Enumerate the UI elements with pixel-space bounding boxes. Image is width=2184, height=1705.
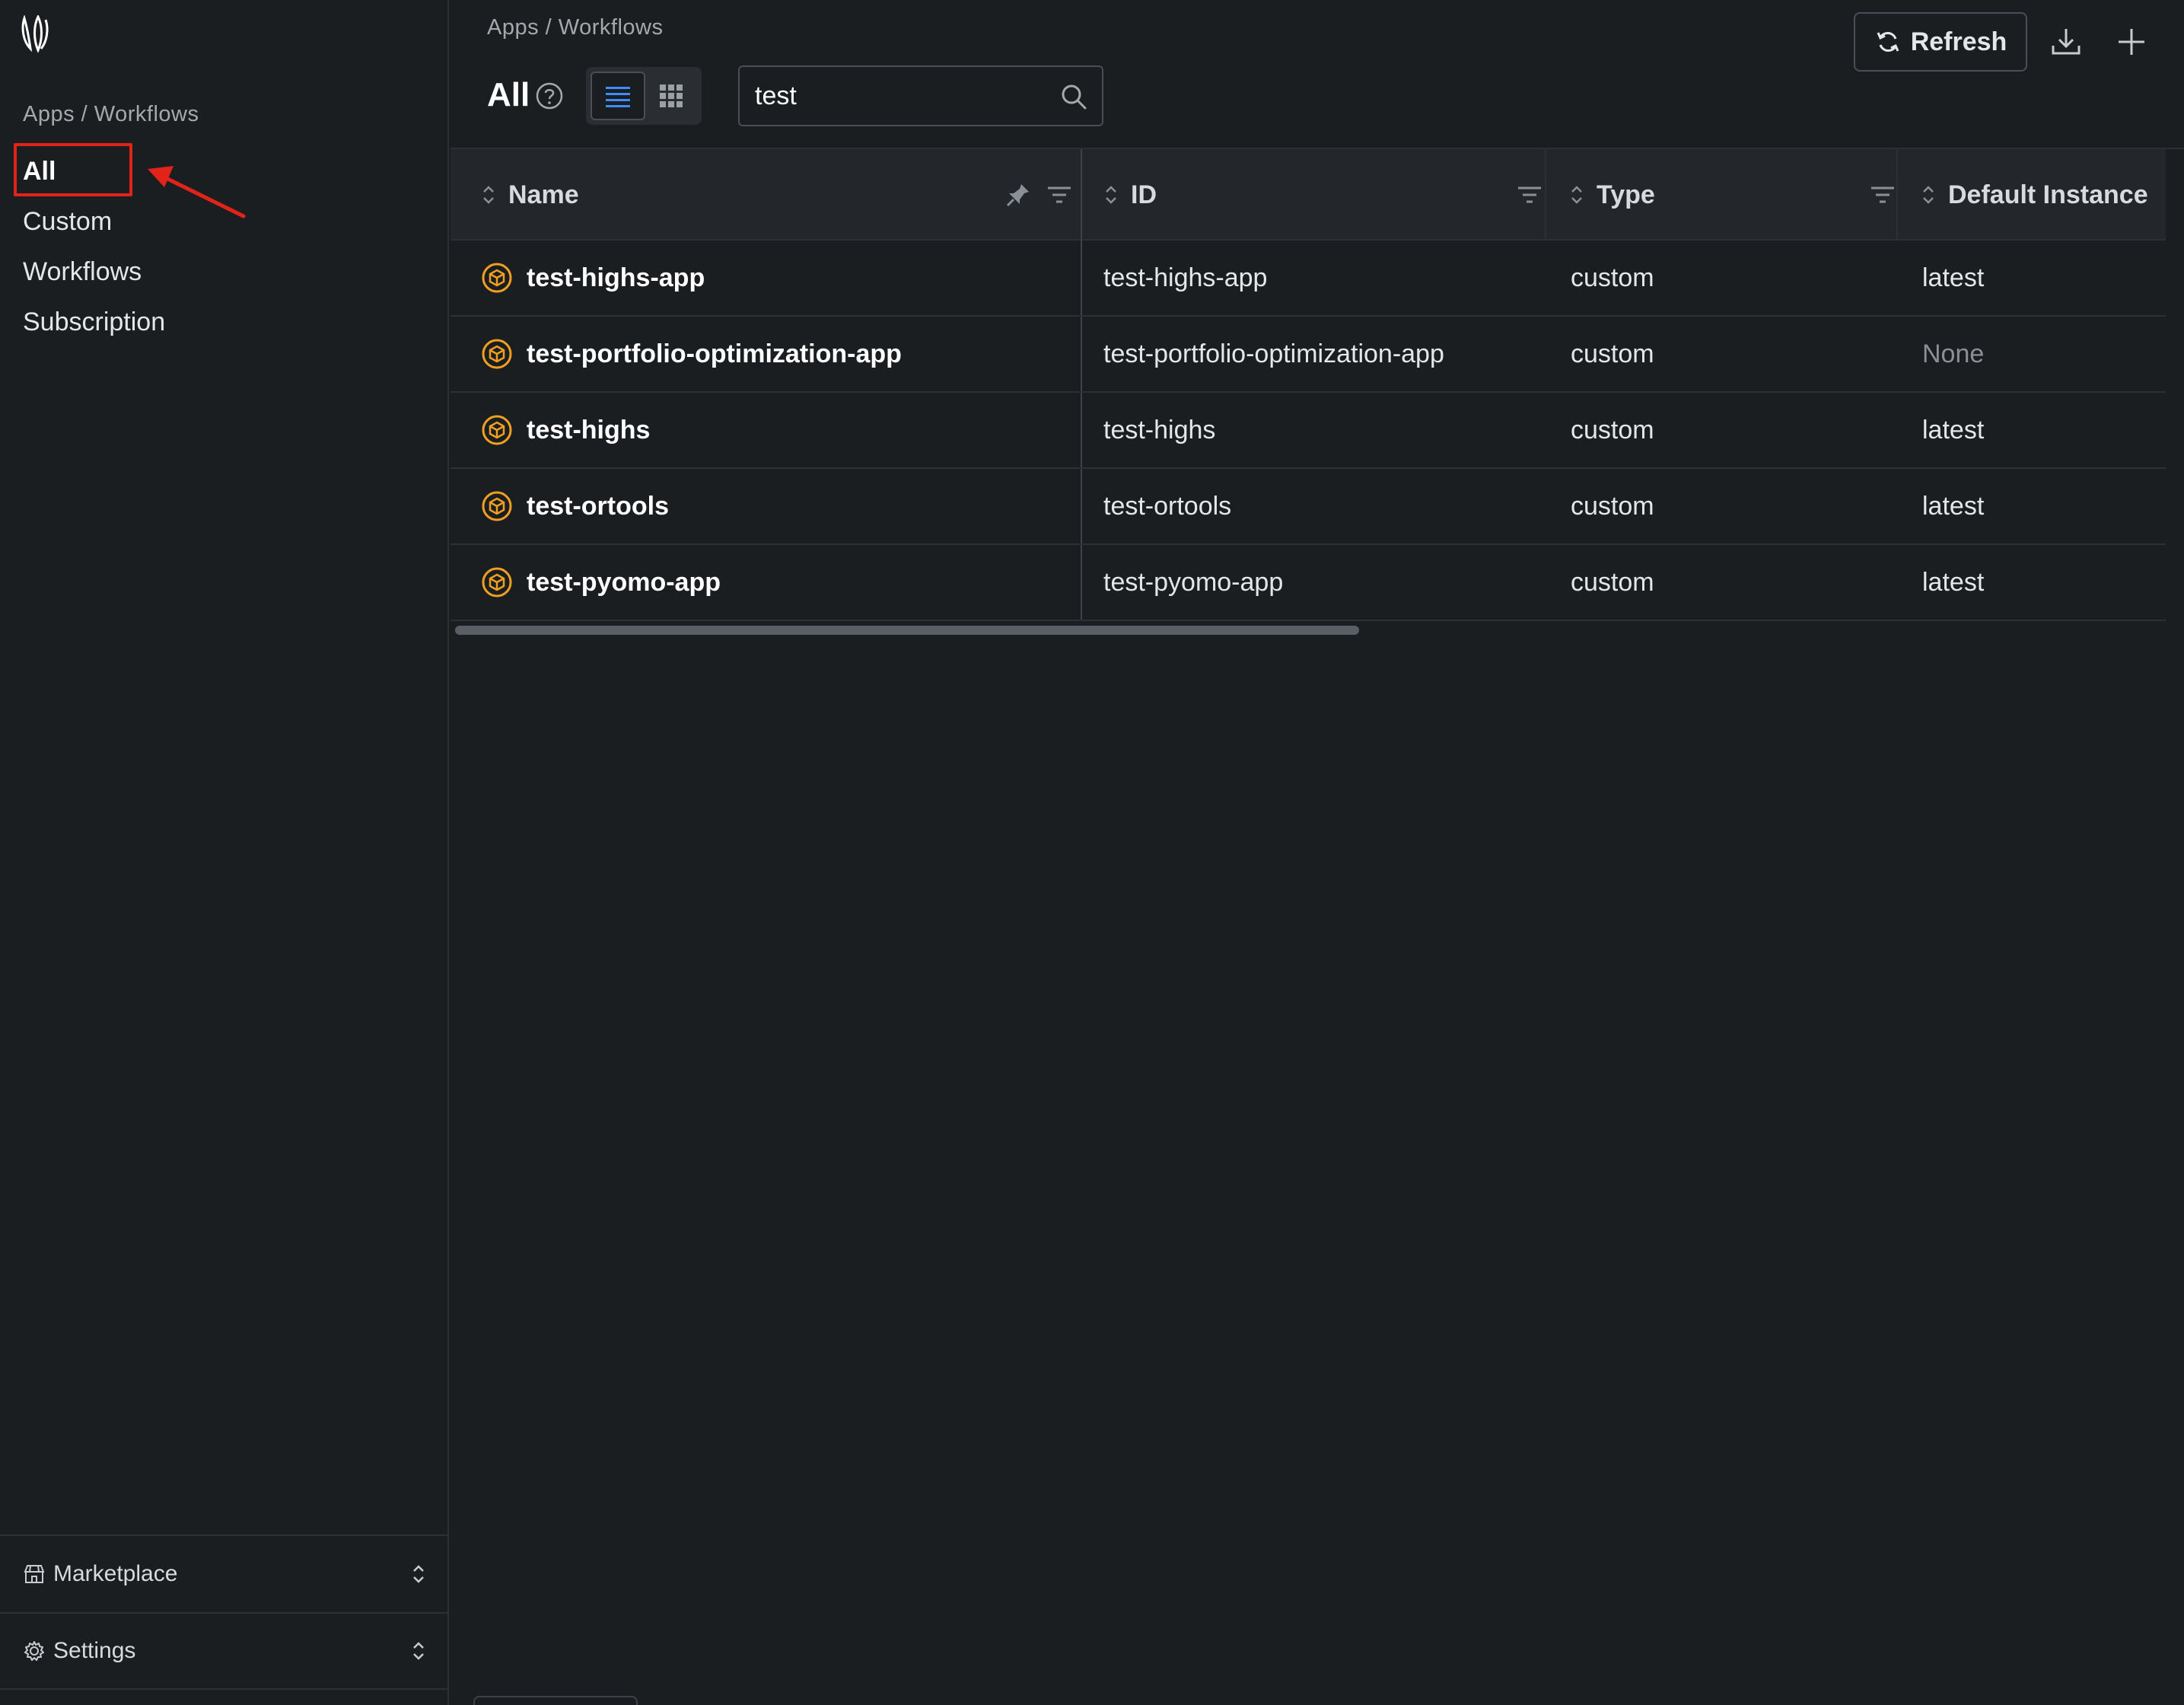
- app-name: test-pyomo-app: [527, 567, 721, 597]
- sidebar: Apps / Workflows All Custom Workflows Su…: [0, 0, 449, 1705]
- column-label-id: ID: [1131, 180, 1157, 209]
- type-cell: custom: [1571, 567, 1654, 597]
- sort-icon[interactable]: [1569, 183, 1584, 207]
- main-content: Apps / Workflows All test Refresh Name I…: [450, 0, 2184, 1705]
- horizontal-scrollbar[interactable]: [455, 626, 1359, 635]
- help-icon[interactable]: [534, 81, 565, 111]
- default-instance-cell: None: [1922, 339, 1985, 368]
- sidebar-item-workflows[interactable]: Workflows: [23, 253, 165, 303]
- download-icon[interactable]: [2049, 24, 2084, 59]
- settings-label: Settings: [53, 1638, 136, 1663]
- table-row[interactable]: test-highs test-highs custom latest: [450, 393, 2166, 469]
- column-label-default-instance: Default Instance: [1948, 180, 2148, 209]
- storefront-icon: [24, 1565, 45, 1583]
- search-icon[interactable]: [1059, 82, 1088, 111]
- column-divider[interactable]: [1545, 149, 1546, 241]
- filter-icon[interactable]: [1869, 181, 1896, 209]
- column-divider[interactable]: [1081, 149, 1082, 241]
- sort-icon[interactable]: [1921, 183, 1936, 207]
- pin-icon[interactable]: [1004, 181, 1032, 209]
- column-label-type: Type: [1597, 180, 1655, 209]
- app-cube-icon: [482, 491, 512, 521]
- name-cell[interactable]: test-ortools: [481, 469, 669, 543]
- app-name: test-portfolio-optimization-app: [527, 339, 902, 368]
- id-cell: test-highs: [1103, 415, 1216, 445]
- column-divider[interactable]: [1896, 149, 1898, 241]
- refresh-label: Refresh: [1910, 27, 2007, 56]
- view-mode-toggle: [586, 67, 702, 125]
- column-header-id[interactable]: ID: [1103, 149, 1566, 241]
- chevron-updown-icon: [413, 1642, 424, 1660]
- annotation-arrow-icon: [148, 166, 246, 218]
- search-input[interactable]: [755, 67, 1059, 125]
- sort-icon[interactable]: [481, 183, 496, 207]
- id-cell: test-ortools: [1103, 491, 1232, 521]
- filter-icon[interactable]: [1046, 181, 1073, 209]
- sidebar-marketplace[interactable]: Marketplace: [0, 1534, 449, 1612]
- app-name: test-highs: [527, 415, 651, 445]
- app-root: Apps / Workflows All Custom Workflows Su…: [0, 0, 2184, 1705]
- app-cube-icon: [482, 339, 512, 369]
- grid-view-icon: [660, 84, 683, 107]
- name-cell[interactable]: test-pyomo-app: [481, 545, 721, 620]
- chevron-updown-icon: [413, 1565, 424, 1583]
- name-cell[interactable]: test-highs-app: [481, 241, 705, 315]
- id-cell: test-pyomo-app: [1103, 567, 1284, 597]
- app-cube-icon: [482, 263, 512, 293]
- apps-table: Name ID Type Default Instance test-highs…: [450, 149, 2166, 621]
- table-row[interactable]: test-ortools test-ortools custom latest: [450, 469, 2166, 545]
- default-instance-cell: latest: [1922, 567, 1985, 597]
- app-cube-icon: [482, 567, 512, 598]
- grid-view-button[interactable]: [644, 72, 699, 120]
- type-cell: custom: [1571, 263, 1654, 292]
- annotation-highlight-box: [14, 143, 132, 196]
- bottom-panel-tab[interactable]: [473, 1696, 638, 1705]
- column-header-default-instance[interactable]: Default Instance: [1921, 149, 2166, 241]
- breadcrumb: Apps / Workflows: [487, 15, 664, 40]
- filter-icon[interactable]: [1516, 181, 1543, 209]
- default-instance-cell: latest: [1922, 415, 1985, 445]
- gear-icon: [24, 1641, 44, 1661]
- type-cell: custom: [1571, 339, 1654, 368]
- list-view-icon: [606, 87, 630, 107]
- type-cell: custom: [1571, 491, 1654, 521]
- column-header-name[interactable]: Name: [481, 149, 1096, 241]
- marketplace-label: Marketplace: [53, 1561, 178, 1586]
- sidebar-title: Apps / Workflows: [23, 102, 199, 126]
- column-label-name: Name: [508, 180, 579, 209]
- search-box: [738, 65, 1103, 126]
- refresh-icon: [1877, 32, 1899, 52]
- name-cell[interactable]: test-highs: [481, 393, 650, 467]
- sort-icon[interactable]: [1103, 183, 1119, 207]
- type-cell: custom: [1571, 415, 1654, 445]
- app-name: test-highs-app: [527, 263, 705, 292]
- app-name: test-ortools: [527, 491, 669, 521]
- list-view-button[interactable]: [591, 72, 645, 120]
- refresh-button[interactable]: Refresh: [1854, 12, 2027, 72]
- column-header-type[interactable]: Type: [1569, 149, 1919, 241]
- add-icon[interactable]: [2114, 24, 2149, 59]
- table-header: Name ID Type Default Instance: [450, 149, 2166, 241]
- name-cell[interactable]: test-portfolio-optimization-app: [481, 317, 902, 391]
- default-instance-cell: latest: [1922, 491, 1985, 521]
- id-cell: test-highs-app: [1103, 263, 1268, 292]
- page-title: All: [487, 76, 530, 113]
- logo-icon[interactable]: [20, 15, 50, 55]
- sidebar-item-subscription[interactable]: Subscription: [23, 303, 165, 353]
- app-cube-icon: [482, 415, 512, 445]
- table-body: test-highs-app test-highs-app custom lat…: [450, 241, 2166, 621]
- table-row[interactable]: test-highs-app test-highs-app custom lat…: [450, 241, 2166, 317]
- table-row[interactable]: test-pyomo-app test-pyomo-app custom lat…: [450, 545, 2166, 621]
- sidebar-settings[interactable]: Settings: [0, 1612, 449, 1690]
- default-instance-cell: latest: [1922, 263, 1985, 292]
- table-row[interactable]: test-portfolio-optimization-app test-por…: [450, 317, 2166, 393]
- id-cell: test-portfolio-optimization-app: [1103, 339, 1444, 368]
